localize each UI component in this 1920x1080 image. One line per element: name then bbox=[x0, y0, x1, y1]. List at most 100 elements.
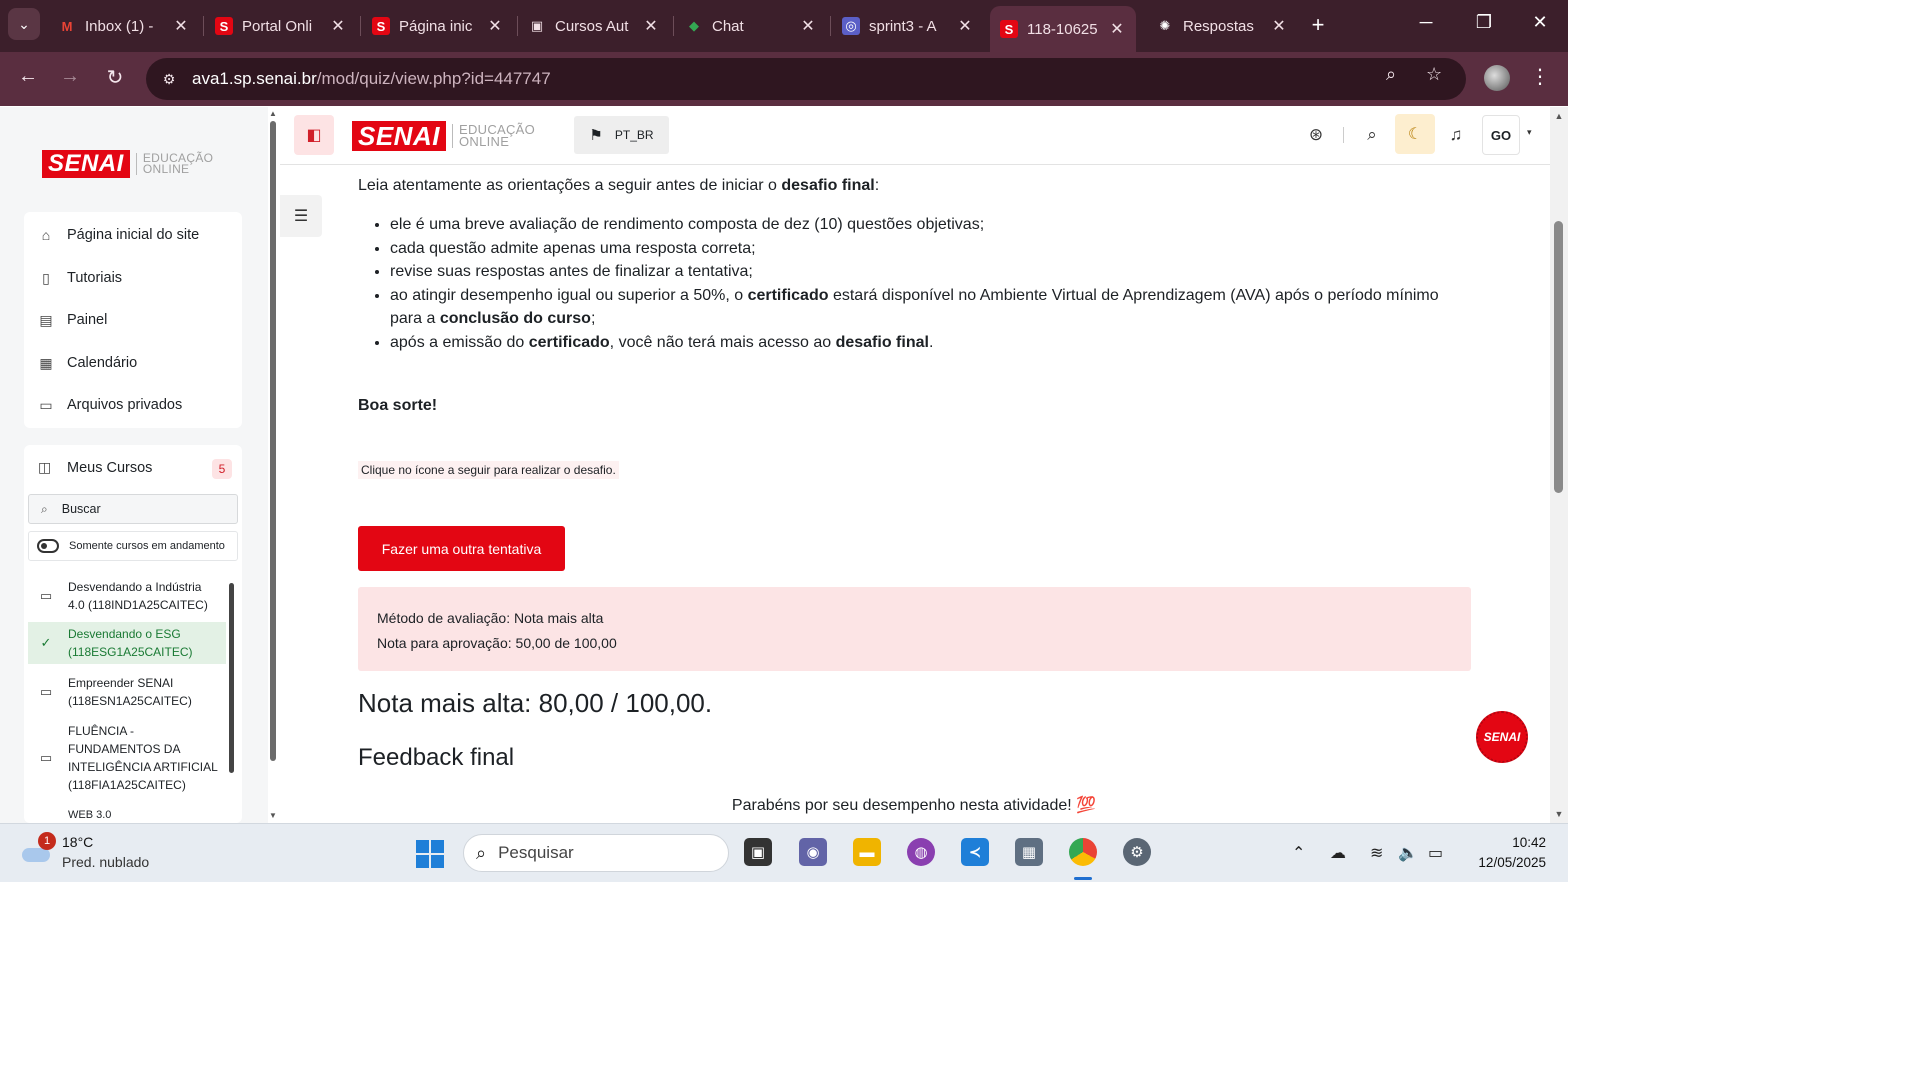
grading-method: Método de avaliação: Nota mais alta bbox=[377, 610, 604, 626]
course-index-toggle[interactable]: ☰ bbox=[280, 195, 322, 237]
github-icon[interactable]: ◍ bbox=[907, 838, 935, 866]
courses-scroll-thumb[interactable] bbox=[229, 583, 234, 773]
tab-separator bbox=[673, 16, 674, 36]
close-window-button[interactable]: ✕ bbox=[1520, 12, 1560, 33]
course-search-input[interactable]: ⌕ Buscar bbox=[28, 494, 238, 524]
tab-title: Inbox (1) - bbox=[85, 17, 154, 35]
minimize-button[interactable]: ─ bbox=[1406, 12, 1446, 33]
scroll-down-arrow[interactable]: ▼ bbox=[268, 811, 278, 820]
drawer-scroll-thumb[interactable] bbox=[270, 121, 276, 761]
my-courses-header[interactable]: ◫ Meus Cursos bbox=[38, 459, 152, 476]
browser-tab[interactable]: S Página inic ✕ bbox=[362, 8, 514, 44]
tab-close-icon[interactable]: ✕ bbox=[956, 16, 974, 36]
accessibility-icon[interactable]: ⊛ bbox=[1305, 125, 1327, 145]
page-scroll-thumb[interactable] bbox=[1554, 221, 1563, 493]
forward-button[interactable]: → bbox=[56, 65, 84, 88]
tab-close-icon[interactable]: ✕ bbox=[799, 16, 817, 36]
task-view-icon[interactable]: ▣ bbox=[744, 838, 772, 866]
language-selector[interactable]: ⚑ PT_BR bbox=[574, 116, 669, 154]
tab-close-icon[interactable]: ✕ bbox=[1108, 19, 1126, 39]
teams-icon[interactable]: ◉ bbox=[799, 838, 827, 866]
tab-close-icon[interactable]: ✕ bbox=[642, 16, 660, 36]
start-button[interactable] bbox=[416, 840, 444, 868]
system-clock[interactable]: 10:42 12/05/2025 bbox=[1466, 833, 1546, 873]
tab-title: Respostas bbox=[1183, 17, 1254, 35]
intro-text: Leia atentamente as orientações a seguir… bbox=[358, 177, 880, 194]
nav-dashboard[interactable]: ▤ Painel bbox=[38, 308, 107, 332]
course-item[interactable]: ▭ Desvendando a Indústria 4.0 (118IND1A25C… bbox=[28, 576, 226, 616]
in-progress-toggle-row[interactable]: Somente cursos em andamento bbox=[28, 531, 238, 561]
course-item-selected[interactable]: ✓ Desvendando o ESG (118ESG1A25CAITEC) bbox=[28, 622, 226, 664]
tab-close-icon[interactable]: ✕ bbox=[486, 16, 504, 36]
volume-icon[interactable]: 🔈 bbox=[1398, 843, 1418, 863]
browser-tab[interactable]: ◎ sprint3 - A ✕ bbox=[832, 8, 984, 44]
courses-scrollbar[interactable] bbox=[228, 573, 236, 817]
browser-tab[interactable]: S Portal Onli ✕ bbox=[205, 8, 357, 44]
dashboard-icon: ▤ bbox=[39, 311, 53, 328]
bell-icon[interactable]: ♫ bbox=[1445, 125, 1467, 145]
in-progress-toggle[interactable] bbox=[37, 539, 59, 553]
instruction-item: após a emissão do certificado, você não … bbox=[390, 331, 1472, 355]
site-info-icon[interactable]: ⚙ bbox=[158, 68, 180, 90]
browser-tab[interactable]: ▣ Cursos Aut ✕ bbox=[518, 8, 670, 44]
nav-private-files[interactable]: ▭ Arquivos privados bbox=[38, 393, 182, 417]
wifi-icon[interactable]: ≋ bbox=[1370, 843, 1383, 863]
calculator-icon[interactable]: ▦ bbox=[1015, 838, 1043, 866]
instruction-item: revise suas respostas antes de finalizar… bbox=[390, 260, 1472, 284]
tab-close-icon[interactable]: ✕ bbox=[172, 16, 190, 36]
back-button[interactable]: ← bbox=[14, 65, 42, 88]
senai-floating-button[interactable]: SENAI bbox=[1476, 711, 1528, 763]
bookmark-star-icon[interactable]: ☆ bbox=[1426, 64, 1442, 85]
address-bar[interactable]: ⚙ ava1.sp.senai.br/mod/quiz/view.php?id=… bbox=[146, 58, 1466, 100]
reload-button[interactable]: ↻ bbox=[101, 65, 129, 90]
restore-button[interactable]: ❐ bbox=[1464, 12, 1504, 33]
tab-close-icon[interactable]: ✕ bbox=[329, 16, 347, 36]
battery-icon[interactable]: ▭ bbox=[1428, 843, 1443, 863]
scroll-down-arrow[interactable]: ▼ bbox=[1550, 809, 1568, 819]
chrome-icon[interactable] bbox=[1069, 838, 1097, 866]
browser-tab[interactable]: ◆ Chat ✕ bbox=[675, 8, 827, 44]
chrome-active-indicator bbox=[1074, 877, 1092, 880]
user-menu-caret-icon[interactable]: ▾ bbox=[1527, 127, 1532, 138]
onedrive-icon[interactable]: ☁ bbox=[1330, 843, 1346, 863]
tab-search-button[interactable]: ⌄ bbox=[8, 8, 40, 40]
nav-tutorials[interactable]: ▯ Tutoriais bbox=[38, 266, 122, 290]
settings-icon[interactable]: ⚙ bbox=[1123, 838, 1151, 866]
tab-close-icon[interactable]: ✕ bbox=[1270, 16, 1288, 36]
vscode-icon[interactable]: ≺ bbox=[961, 838, 989, 866]
file-explorer-icon[interactable]: ▬ bbox=[853, 838, 881, 866]
zoom-icon[interactable]: ⌕ bbox=[1386, 64, 1396, 85]
scroll-up-arrow[interactable]: ▲ bbox=[1550, 111, 1568, 121]
drawer-logo[interactable]: SENAI EDUCAÇÃO ONLINE bbox=[42, 150, 213, 178]
drawer-scrollbar[interactable]: ▲ ▼ bbox=[268, 107, 278, 823]
search-icon[interactable]: ⌕ bbox=[1361, 125, 1383, 145]
profile-avatar[interactable] bbox=[1484, 65, 1510, 91]
browser-tab[interactable]: M Inbox (1) - ✕ bbox=[48, 8, 200, 44]
course-item[interactable]: ▭ FLUÊNCIA - FUNDAMENTOS DA INTELIGÊNCIA AR… bbox=[28, 721, 226, 795]
nav-home[interactable]: ⌂ Página inicial do site bbox=[38, 223, 199, 247]
dark-mode-button[interactable]: ☾ bbox=[1395, 114, 1435, 154]
browser-menu-icon[interactable]: ⋮ bbox=[1530, 64, 1550, 89]
nav-calendar[interactable]: ▦ Calendário bbox=[38, 351, 137, 375]
user-avatar[interactable]: GO bbox=[1482, 115, 1520, 155]
header-logo[interactable]: SENAI EDUCAÇÃO ONLINE bbox=[352, 121, 535, 151]
course-drawer: SENAI EDUCAÇÃO ONLINE ⌂ Página inicial do … bbox=[0, 107, 268, 823]
search-icon: ⌕ bbox=[41, 501, 48, 516]
instructions-list: ele é uma breve avaliação de rendimento … bbox=[372, 213, 1472, 354]
browser-tab[interactable]: S 118-10625 ✕ bbox=[990, 6, 1136, 52]
url-text[interactable]: ava1.sp.senai.br/mod/quiz/view.php?id=44… bbox=[192, 69, 551, 89]
taskbar-search-placeholder: Pesquisar bbox=[498, 843, 574, 862]
weather-badge: 1 bbox=[38, 832, 56, 850]
browser-tab[interactable]: ✺ Respostas ✕ bbox=[1146, 8, 1298, 44]
chevron-up-icon[interactable]: ⌃ bbox=[1292, 843, 1305, 863]
taskbar-search[interactable]: ⌕ Pesquisar bbox=[463, 834, 729, 872]
course-item[interactable]: WEB 3.0 bbox=[28, 805, 226, 823]
tab-title: 118-10625 bbox=[1027, 20, 1098, 38]
scroll-up-arrow[interactable]: ▲ bbox=[268, 109, 278, 118]
new-attempt-button[interactable]: Fazer uma outra tentativa bbox=[358, 526, 565, 571]
new-tab-button[interactable]: + bbox=[1306, 12, 1330, 38]
tab-separator bbox=[203, 16, 204, 36]
drawer-toggle-button[interactable]: ◧ bbox=[294, 115, 334, 155]
course-item[interactable]: ▭ Empreender SENAI (118ESN1A25CAITEC) bbox=[28, 672, 226, 712]
page-scrollbar[interactable]: ▲ ▼ bbox=[1550, 107, 1568, 823]
